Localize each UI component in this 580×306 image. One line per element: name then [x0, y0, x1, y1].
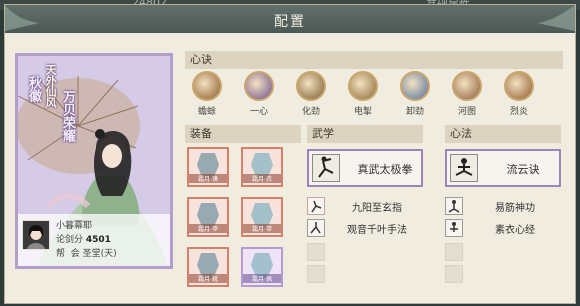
xinjue-label: 河图 [457, 107, 476, 117]
wuxue-empty-slot[interactable] [307, 265, 325, 283]
equipment-label: 霜月·甲 [189, 224, 227, 233]
equipment-slot[interactable]: 霜月·靴 [187, 247, 229, 287]
xinjue-label: 化劲 [301, 107, 320, 117]
inner-skill-icon [445, 219, 463, 237]
xinjue-label: 烈炎 [509, 107, 528, 117]
wuxue-sub-label-2: 观音千叶手法 [347, 225, 407, 236]
xinfa-empty-slot[interactable] [445, 243, 463, 261]
player-guild: 帮 会 圣堂(天) [56, 246, 117, 259]
lightning-icon [348, 71, 378, 101]
wuxue-empty-slot[interactable] [307, 243, 325, 261]
equipment-slot[interactable]: 霜月·衣 [241, 147, 283, 187]
xinjue-item[interactable]: 化劲 [291, 71, 331, 117]
guild-prefix: 帮 [56, 249, 66, 259]
section-xinfa-header: 心法 [445, 125, 561, 143]
xinjue-item[interactable]: 蟾蜍 [187, 71, 227, 117]
chart-icon [452, 71, 482, 101]
guild-label: 会 [70, 249, 80, 259]
section-xinjue-header: 心诀 [185, 51, 563, 69]
equipment-label: 霜月·带 [243, 224, 281, 233]
equipment-slot[interactable]: 霜月·佩 [241, 247, 283, 287]
section-wuxue-header: 武学 [307, 125, 423, 143]
vortex-icon [400, 71, 430, 101]
toad-icon [192, 71, 222, 101]
window-title: 配置 [274, 14, 306, 30]
xinjue-label: 蟾蜍 [197, 107, 216, 117]
player-info: 小暮冪耶 论剑分 4501 帮 会 圣堂(天) [18, 214, 170, 266]
fist-icon [296, 71, 326, 101]
xinjue-label: 卸劲 [405, 107, 424, 117]
xinjue-item[interactable]: 一心 [239, 71, 279, 117]
xinjue-row: 蟾蜍 一心 化劲 电掣 卸劲 河图 烈炎 [181, 71, 561, 131]
equipment-label: 霜月·靴 [189, 274, 227, 283]
xinjue-item[interactable]: 河图 [447, 71, 487, 117]
equipment-slot[interactable]: 霜月·甲 [187, 197, 229, 237]
xinfa-main-skill[interactable]: 流云诀 [445, 149, 561, 187]
xinfa-sub-label-2: 素衣心经 [495, 225, 535, 236]
xinjue-item[interactable]: 电掣 [343, 71, 383, 117]
title-badge-1: 秋徽 [26, 76, 41, 102]
character-card[interactable]: 秋徽 天外仙风 万贝荣耀 小暮冪耶 论剑分 4501 帮 会 圣堂(天) [15, 53, 173, 269]
martial-skill-icon [307, 219, 325, 237]
xinjue-item[interactable]: 烈炎 [499, 71, 539, 117]
xinfa-main-label: 流云诀 [506, 163, 540, 176]
title-badge-2: 天外仙风 [44, 64, 57, 108]
wuxue-sub-label-1: 九阳至玄指 [352, 203, 402, 214]
meditation-icon [450, 154, 478, 182]
xinfa-sub-skill-2[interactable]: 素衣心经 [445, 219, 561, 237]
xinfa-sub-skill-1[interactable]: 易筋神功 [445, 197, 561, 215]
xinfa-sub-label-1: 易筋神功 [495, 203, 535, 214]
wuxue-sub-skill-2[interactable]: 观音千叶手法 [307, 219, 423, 237]
xinjue-label: 一心 [249, 107, 268, 117]
equipment-label: 霜月·锋 [189, 174, 227, 183]
guild-name: 圣堂(天) [82, 249, 117, 259]
inner-skill-icon [445, 197, 463, 215]
martial-skill-icon [307, 197, 325, 215]
wuxue-sub-skill-1[interactable]: 九阳至玄指 [307, 197, 423, 215]
wuxue-main-label: 真武太极拳 [357, 163, 413, 176]
xinjue-item[interactable]: 卸劲 [395, 71, 435, 117]
equipment-slot[interactable]: 霜月·锋 [187, 147, 229, 187]
player-score: 论剑分 4501 [56, 232, 111, 245]
config-panel: 配置 秋徽 天外仙风 万贝荣耀 小暮冪耶 论剑分 4501 帮 会 圣堂(天) … [4, 4, 576, 304]
score-value: 4501 [85, 235, 111, 245]
equipment-label: 霜月·衣 [243, 174, 281, 183]
avatar[interactable] [22, 220, 50, 250]
section-equipment-header: 装备 [185, 125, 301, 143]
flame-icon [504, 71, 534, 101]
martial-pose-icon [312, 154, 340, 182]
player-name: 小暮冪耶 [56, 221, 93, 231]
wuxue-main-skill[interactable]: 真武太极拳 [307, 149, 423, 187]
equipment-label: 霜月·佩 [243, 274, 281, 283]
title-badge-3: 万贝荣耀 [60, 90, 75, 142]
xinjue-label: 电掣 [353, 107, 372, 117]
avatar-icon [23, 221, 49, 249]
spiral-icon [244, 71, 274, 101]
title-bar: 配置 [5, 5, 575, 33]
xinfa-empty-slot[interactable] [445, 265, 463, 283]
score-label: 论剑分 [56, 235, 84, 245]
equipment-slot[interactable]: 霜月·带 [241, 197, 283, 237]
